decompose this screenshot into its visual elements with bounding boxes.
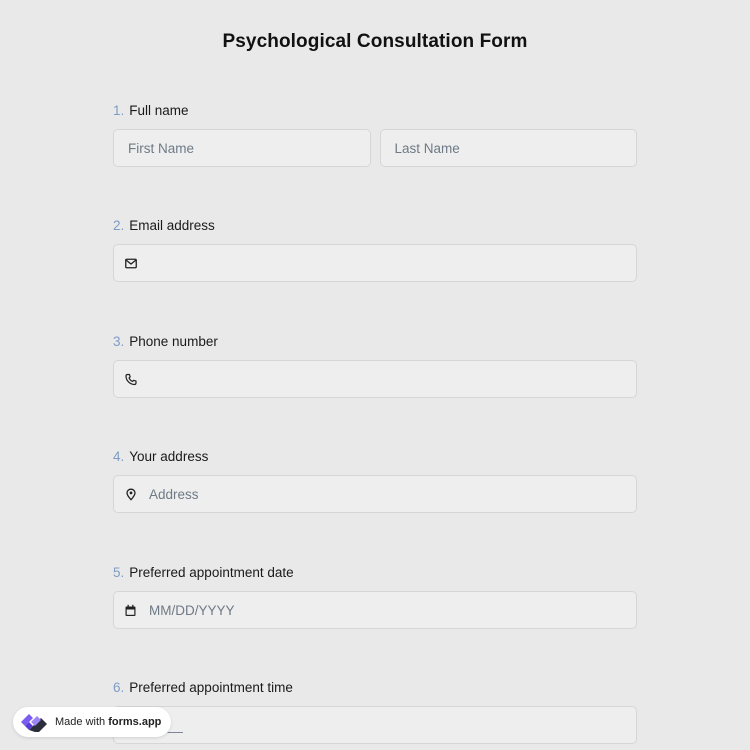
time-field (113, 706, 637, 744)
date-input[interactable] (114, 592, 636, 628)
date-field (113, 591, 637, 629)
question-number: 3. (113, 334, 125, 349)
last-name-input[interactable] (380, 130, 636, 166)
full-name-row (113, 129, 637, 167)
question-appointment-date: 5. Preferred appointment date (113, 563, 637, 629)
email-input[interactable] (114, 245, 636, 281)
question-label: 4. Your address (113, 447, 637, 467)
question-email: 2. Email address (113, 216, 637, 282)
question-text: Email address (129, 218, 215, 233)
question-label: 3. Phone number (113, 332, 637, 352)
badge-brand: forms.app (108, 716, 162, 728)
question-text: Preferred appointment date (129, 565, 294, 580)
phone-field (113, 360, 637, 398)
date-row (113, 591, 637, 629)
made-with-badge[interactable]: Made with forms.app (13, 707, 172, 737)
question-address: 4. Your address (113, 447, 637, 513)
email-field (113, 244, 637, 282)
phone-icon (124, 373, 137, 386)
map-pin-icon (124, 488, 137, 501)
phone-input[interactable] (114, 361, 636, 397)
question-label: 6. Preferred appointment time (113, 678, 637, 698)
last-name-field (379, 129, 637, 167)
question-number: 6. (113, 680, 125, 695)
form-page: Psychological Consultation Form 1. Full n… (0, 0, 750, 750)
question-text: Your address (129, 449, 209, 464)
question-appointment-time: 6. Preferred appointment time (113, 678, 637, 744)
form-title: Psychological Consultation Form (222, 31, 528, 52)
question-label: 1. Full name (113, 101, 637, 121)
envelope-icon (124, 257, 137, 270)
question-text: Phone number (129, 334, 218, 349)
question-number: 4. (113, 449, 125, 464)
email-row (113, 244, 637, 282)
question-number: 1. (113, 103, 125, 118)
address-input[interactable] (114, 476, 636, 512)
question-label: 5. Preferred appointment date (113, 563, 637, 583)
first-name-input[interactable] (114, 130, 370, 166)
phone-row (113, 360, 637, 398)
question-text: Preferred appointment time (129, 680, 293, 695)
question-number: 5. (113, 565, 125, 580)
question-label: 2. Email address (113, 216, 637, 236)
question-phone: 3. Phone number (113, 332, 637, 398)
address-field (113, 475, 637, 513)
time-row (113, 706, 637, 744)
time-input[interactable] (114, 707, 636, 743)
badge-prefix: Made with (55, 716, 106, 728)
question-number: 2. (113, 218, 125, 233)
question-text: Full name (129, 103, 189, 118)
badge-text: Made with forms.app (55, 716, 161, 728)
first-name-field (113, 129, 371, 167)
forms-app-logo-icon (21, 714, 47, 732)
calendar-icon (124, 604, 137, 617)
address-row (113, 475, 637, 513)
question-full-name: 1. Full name (113, 101, 637, 167)
